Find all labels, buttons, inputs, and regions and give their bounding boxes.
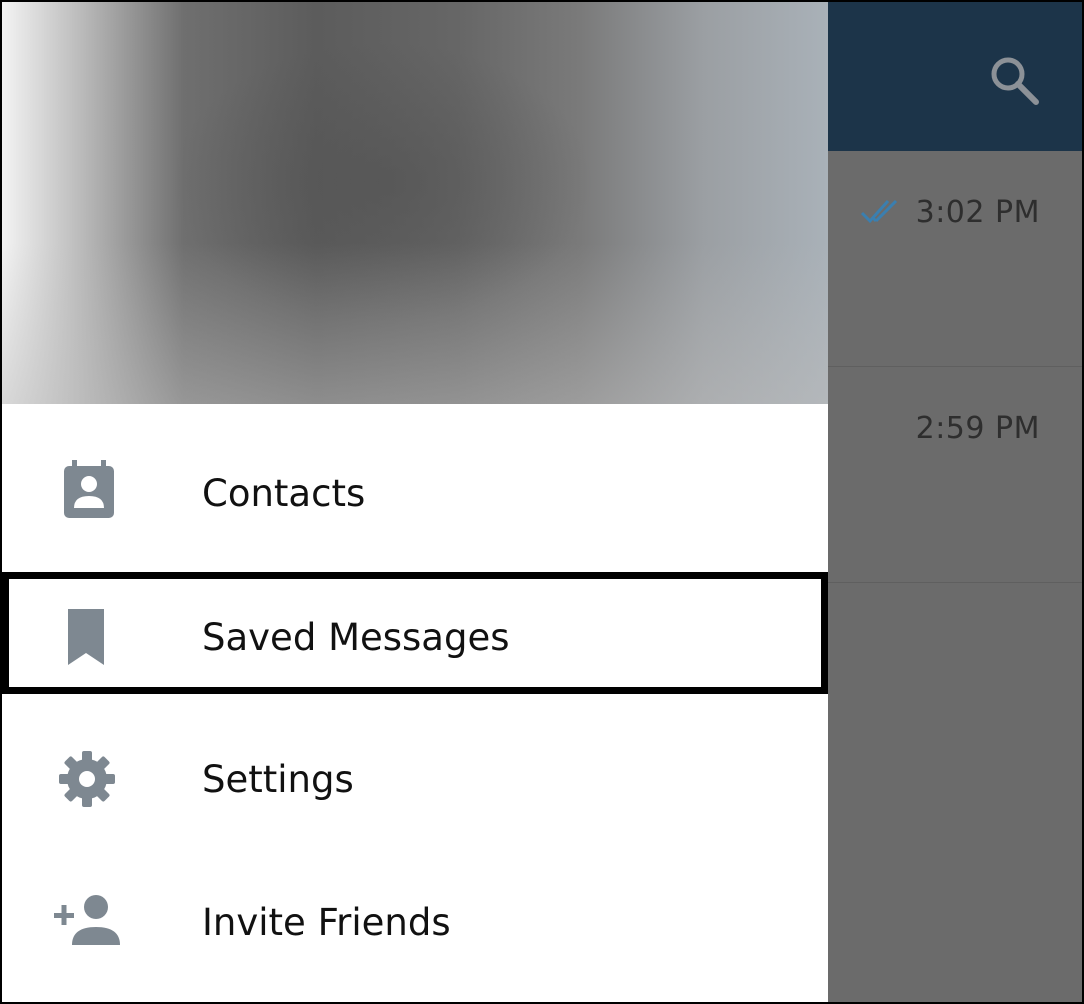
navigation-drawer: Contacts Saved Messages Settings Invite … — [2, 2, 828, 1002]
menu-item-label: Settings — [202, 758, 354, 801]
bookmark-icon — [54, 605, 120, 671]
chat-time: 2:59 PM — [915, 411, 1040, 446]
double-check-icon — [860, 197, 906, 225]
drawer-header-cover — [2, 2, 828, 404]
gear-icon — [54, 746, 120, 812]
search-icon[interactable] — [986, 52, 1042, 108]
screen-frame: 3:02 PM 2:59 PM Contacts Saved Messages … — [0, 0, 1084, 1004]
menu-item-settings[interactable]: Settings — [2, 708, 828, 851]
contact-card-icon — [54, 460, 120, 526]
menu-item-saved-messages[interactable]: Saved Messages — [2, 572, 828, 694]
menu-item-contacts[interactable]: Contacts — [2, 422, 828, 565]
menu-item-label: Contacts — [202, 472, 366, 515]
person-add-icon — [54, 889, 120, 955]
menu-item-invite-friends[interactable]: Invite Friends — [2, 851, 828, 994]
menu-item-label: Saved Messages — [202, 616, 510, 659]
chat-time: 3:02 PM — [915, 195, 1040, 230]
menu-item-label: Invite Friends — [202, 901, 451, 944]
